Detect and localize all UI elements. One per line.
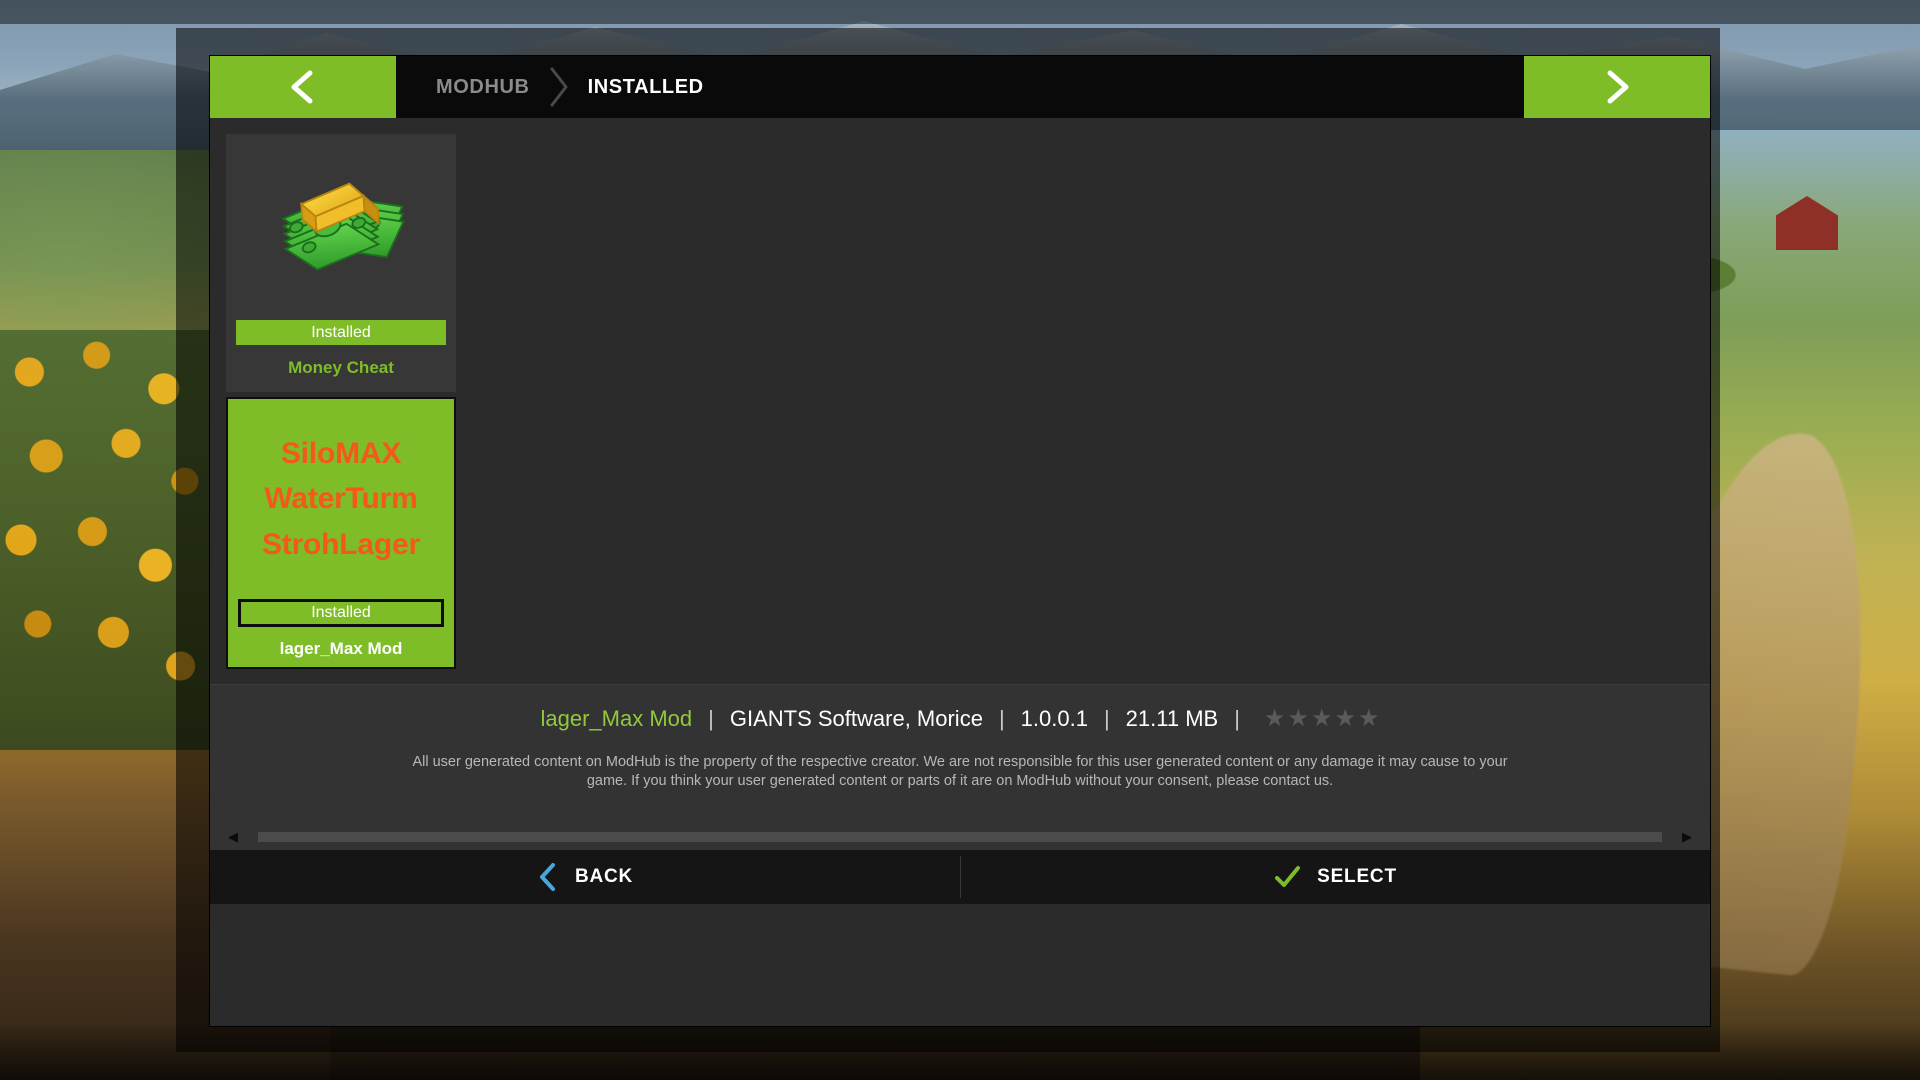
breadcrumb-separator <box>542 56 576 118</box>
chevron-right-icon <box>550 67 568 107</box>
mod-thumb-line-1: SiloMAX <box>280 436 402 470</box>
mod-tile-column: Installed Money Cheat SiloMAX WaterTurm … <box>226 134 456 669</box>
rating-star-4[interactable]: ★ <box>1334 707 1356 731</box>
mod-info-line: lager_Max Mod | GIANTS Software, Morice … <box>210 701 1710 737</box>
chevron-left-icon <box>539 863 555 891</box>
triangle-right-icon: ▶ <box>1682 829 1692 844</box>
info-separator: | <box>1234 706 1240 731</box>
disclaimer-text: All user generated content on ModHub is … <box>412 754 1508 789</box>
info-mod-name: lager_Max Mod <box>540 706 693 731</box>
info-version: 1.0.0.1 <box>1020 706 1088 731</box>
action-button-bar: BACK SELECT <box>210 850 1710 904</box>
menu-header: MODHUB INSTALLED <box>210 56 1710 118</box>
money-stack-icon <box>281 182 405 271</box>
mod-thumbnail <box>226 134 456 320</box>
scrollbar-track[interactable] <box>258 832 1662 842</box>
mod-thumbnail: SiloMAX WaterTurm StrohLager <box>228 399 454 599</box>
check-icon <box>1275 866 1301 887</box>
mod-title: Money Cheat <box>288 358 394 377</box>
info-author: GIANTS Software, Morice <box>729 706 983 731</box>
breadcrumb-item-installed[interactable]: INSTALLED <box>576 76 716 99</box>
horizontal-scrollbar[interactable]: ◀ ▶ <box>210 824 1710 850</box>
breadcrumb: MODHUB INSTALLED <box>396 56 1524 118</box>
info-separator: | <box>998 706 1005 731</box>
mod-grid: Installed Money Cheat SiloMAX WaterTurm … <box>210 118 1710 684</box>
mod-status-badge: Installed <box>238 599 444 627</box>
previous-page-button[interactable] <box>210 56 396 118</box>
mod-info-bar: lager_Max Mod | GIANTS Software, Morice … <box>210 684 1710 824</box>
mod-thumb-line-3: StrohLager <box>261 527 421 561</box>
info-separator: | <box>1103 706 1110 731</box>
modhub-menu: MODHUB INSTALLED Installed Money Cheat S… <box>210 56 1710 1026</box>
next-page-button[interactable] <box>1524 56 1710 118</box>
select-button[interactable]: SELECT <box>960 850 1710 904</box>
mod-status-badge: Installed <box>236 320 446 345</box>
chevron-right-icon <box>1607 70 1629 104</box>
back-button[interactable]: BACK <box>210 850 960 904</box>
back-button-label: BACK <box>574 866 634 887</box>
mod-title: lager_Max Mod <box>279 639 403 658</box>
chevron-left-icon <box>291 70 313 104</box>
info-file-size: 21.11 MB <box>1125 706 1219 731</box>
scroll-right-button[interactable]: ▶ <box>1664 824 1710 850</box>
background-top-shade <box>0 0 1920 24</box>
rating-star-5[interactable]: ★ <box>1358 707 1380 731</box>
mod-thumb-line-2: WaterTurm <box>264 482 418 516</box>
mod-tile-lager-max-mod[interactable]: SiloMAX WaterTurm StrohLager Installed l… <box>226 397 456 669</box>
triangle-left-icon: ◀ <box>228 829 238 844</box>
rating-star-2[interactable]: ★ <box>1287 707 1309 731</box>
rating-stars[interactable]: ★ ★ ★ ★ ★ <box>1264 707 1380 731</box>
breadcrumb-item-modhub[interactable]: MODHUB <box>424 76 542 99</box>
scroll-left-button[interactable]: ◀ <box>210 824 256 850</box>
info-separator: | <box>708 706 714 731</box>
rating-star-3[interactable]: ★ <box>1311 707 1333 731</box>
select-button-label: SELECT <box>1317 866 1397 887</box>
rating-star-1[interactable]: ★ <box>1264 707 1286 731</box>
mod-tile-money-cheat[interactable]: Installed Money Cheat <box>226 134 456 392</box>
